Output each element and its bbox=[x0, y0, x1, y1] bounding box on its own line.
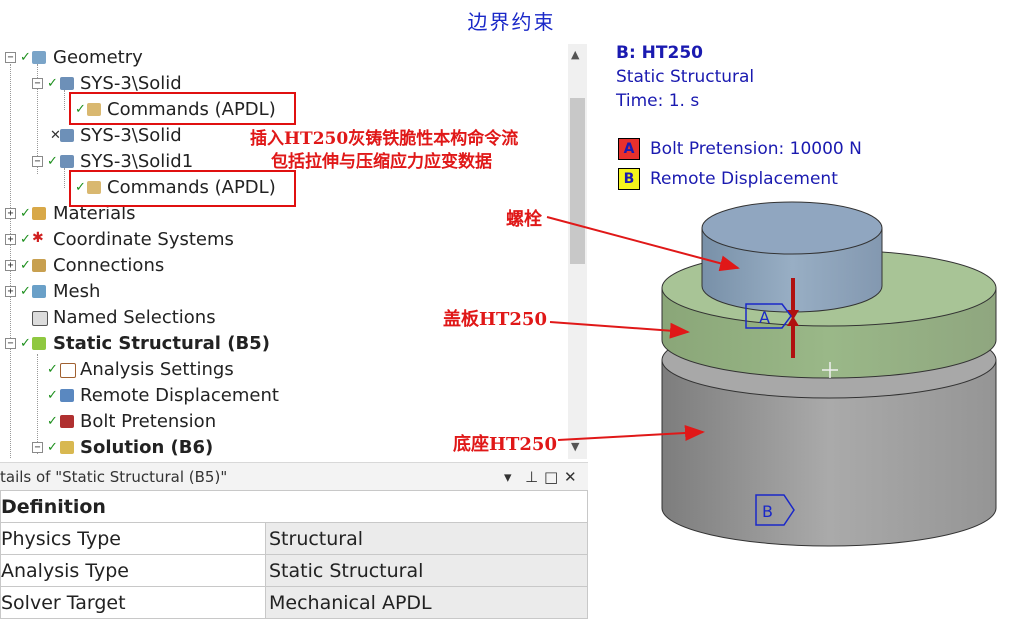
bolt-annotation: 螺栓 bbox=[506, 209, 542, 230]
bolt-arrow bbox=[546, 216, 740, 272]
base-arrow bbox=[557, 425, 705, 441]
base-annotation: 底座HT250 bbox=[453, 434, 557, 455]
cover-annotation: 盖板HT250 bbox=[443, 309, 547, 330]
cover-arrow bbox=[549, 321, 690, 339]
